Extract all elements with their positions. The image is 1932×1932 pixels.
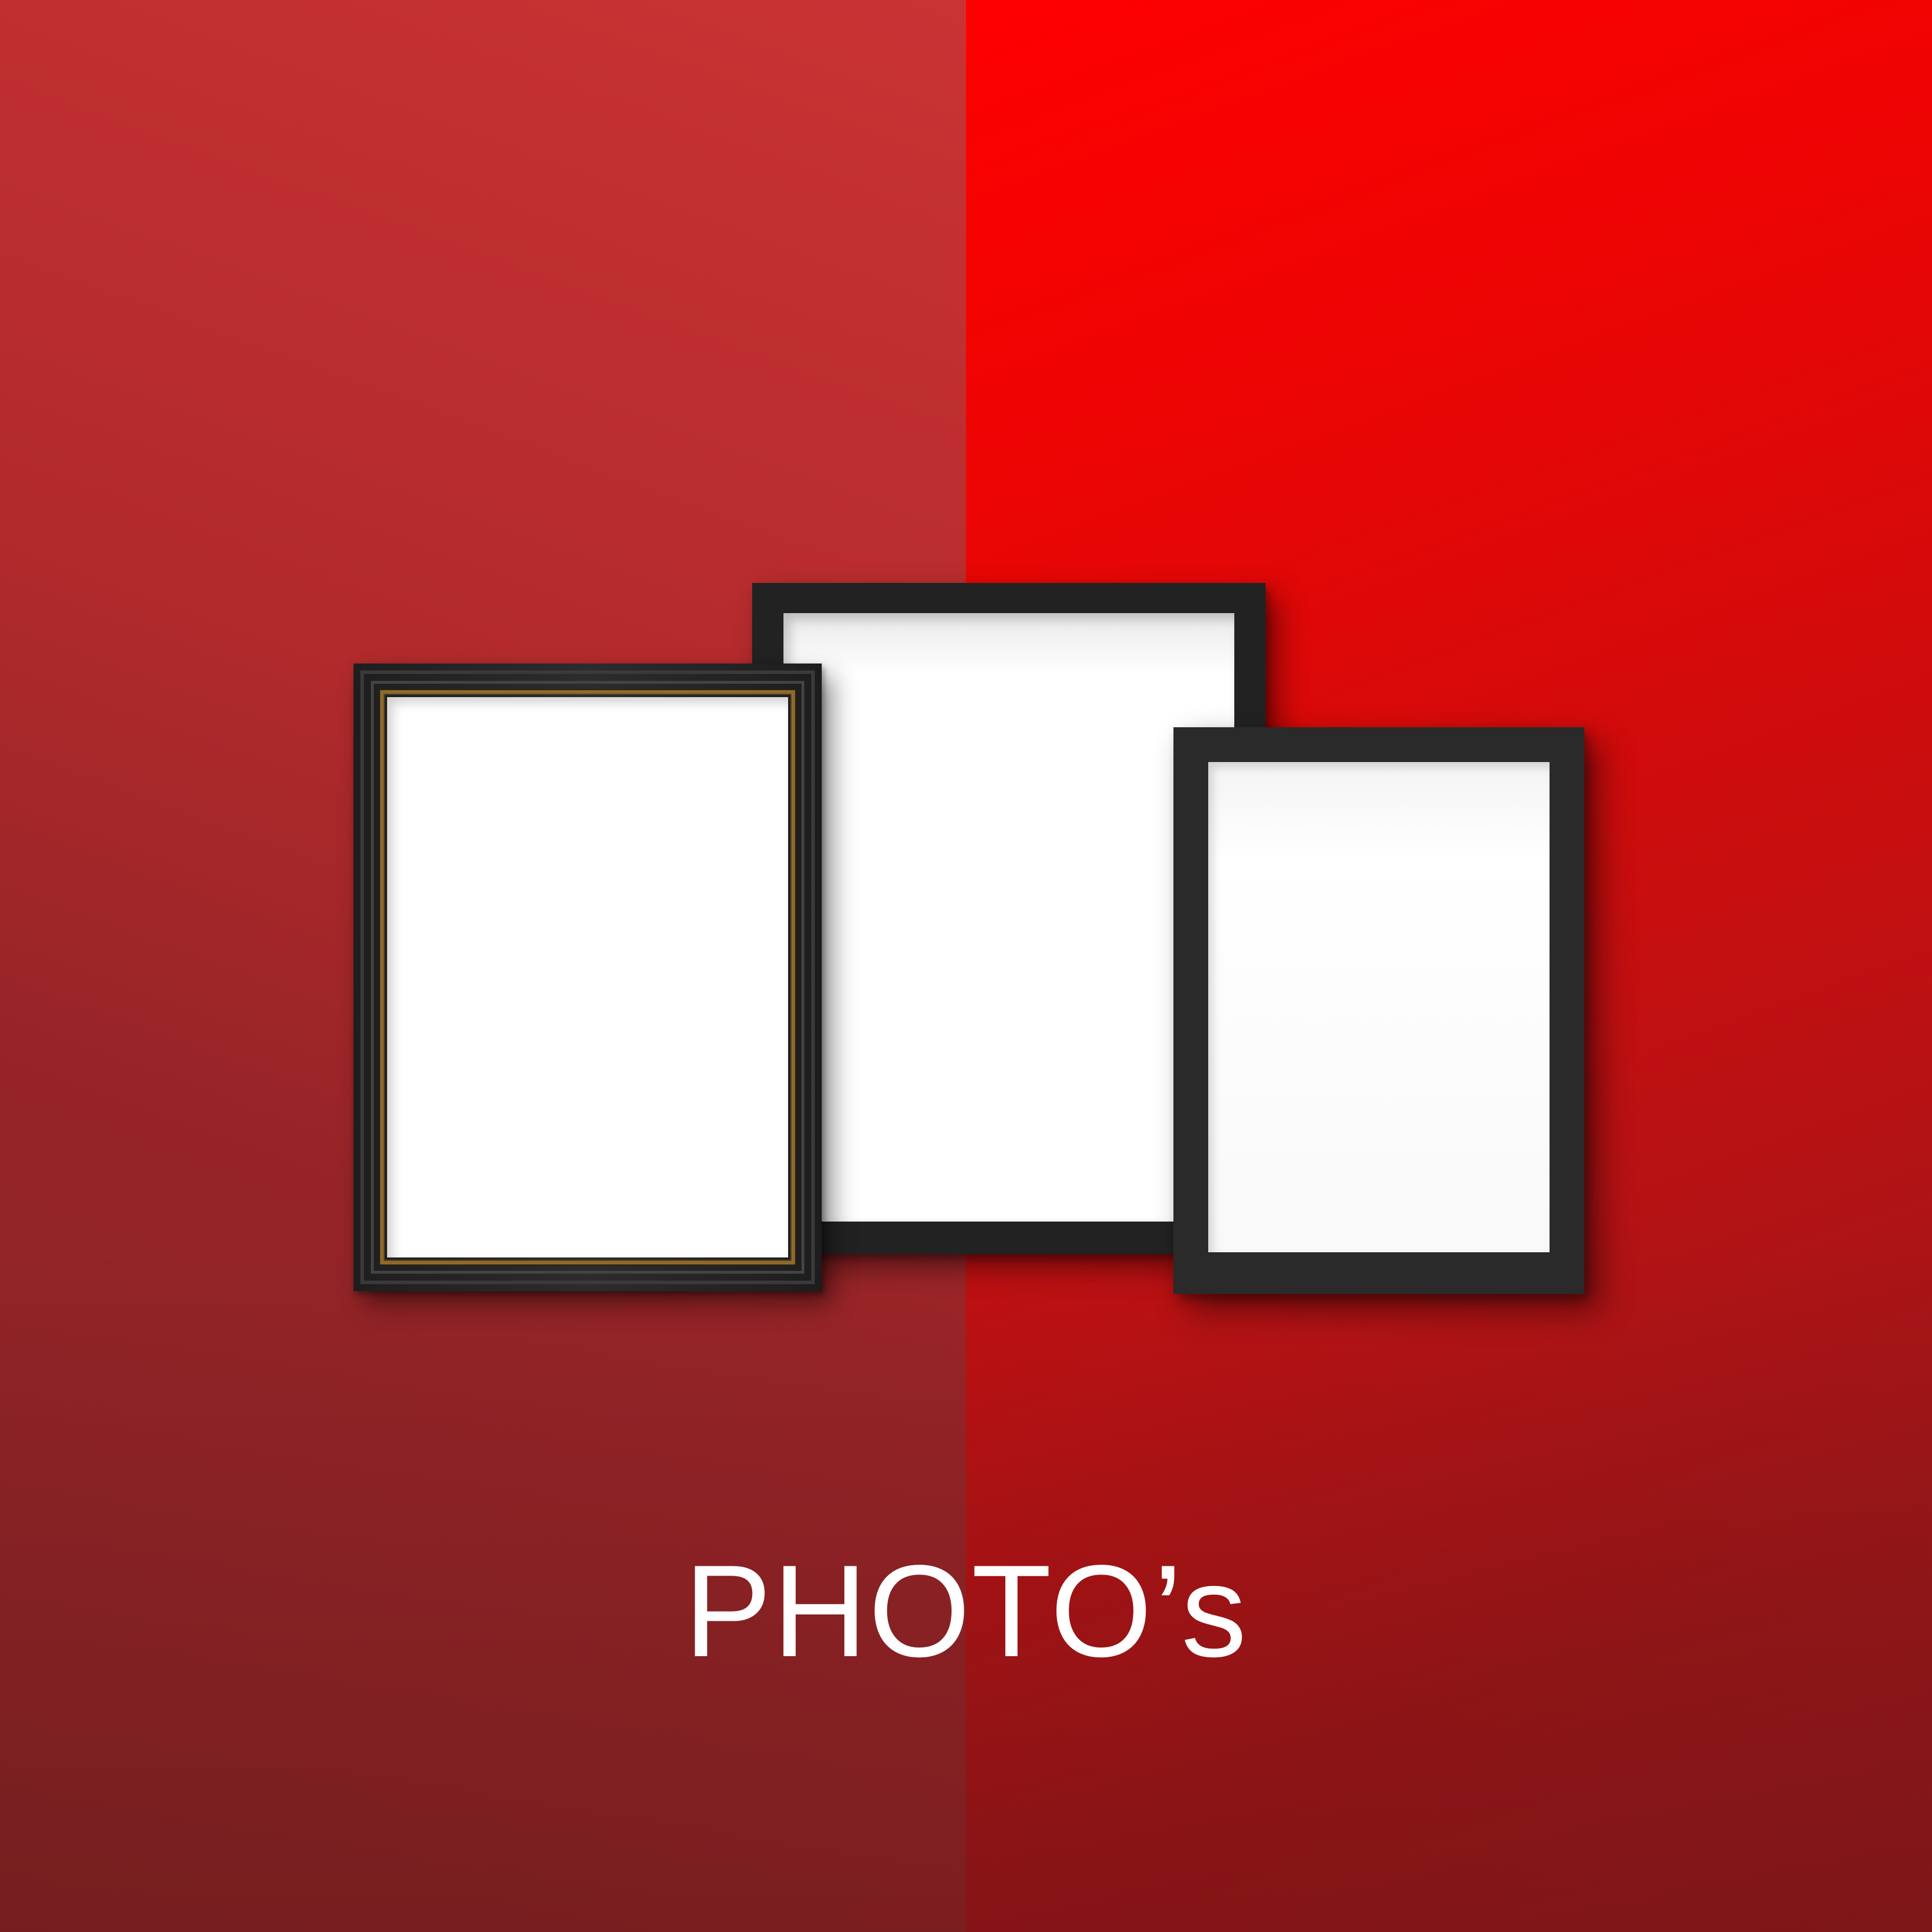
page-title: PHOTO’s — [684, 1537, 1248, 1684]
black-frame-right — [1173, 727, 1584, 1294]
photo-frames-banner: PHOTO’s — [0, 0, 1932, 1932]
blank-photo-center — [783, 613, 1234, 1222]
ornate-wooden-frame — [353, 664, 822, 1291]
blank-photo-left — [387, 697, 788, 1257]
blank-photo-right — [1208, 762, 1550, 1252]
